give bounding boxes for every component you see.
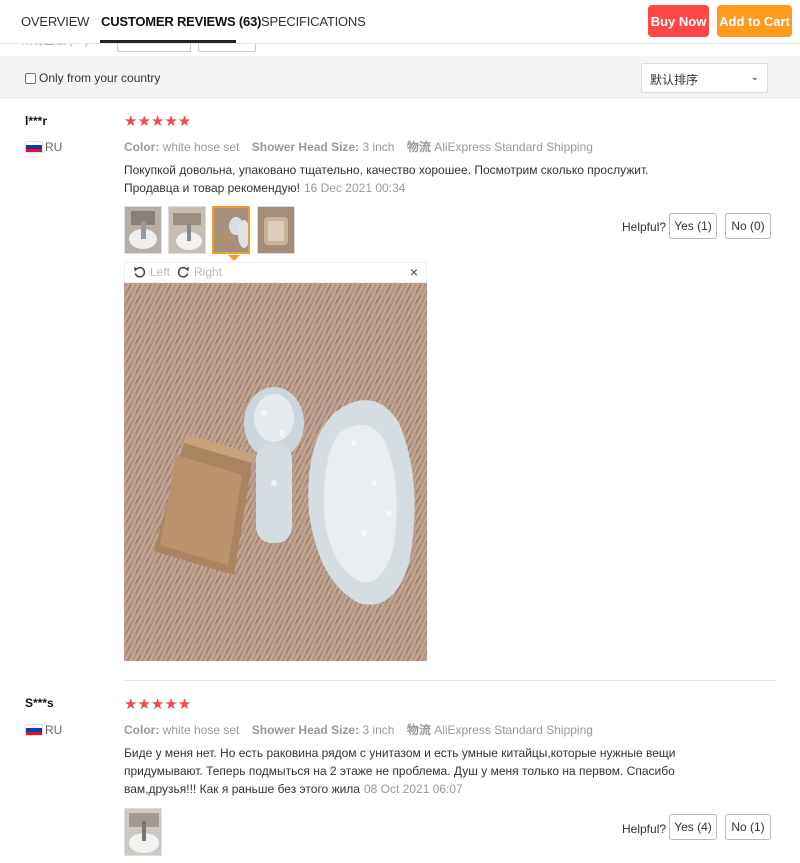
rotate-right-icon [177,266,190,278]
sort-value: 默认排序 [650,73,699,87]
color-label: Color: [124,140,160,154]
review-photo-thumbnail[interactable] [124,206,162,254]
helpful-no-button[interactable]: No (1) [725,814,771,840]
chevron-down-icon: ⌄ [750,72,759,83]
star-rating: ★★★★★ [124,696,192,713]
shipping-label: 物流 [406,723,431,737]
tab-customer-reviews[interactable]: CUSTOMER REVIEWS (63) [101,14,261,29]
color-value: white hose set [162,140,240,154]
size-label: Shower Head Size: [251,723,360,737]
add-to-cart-button[interactable]: Add to Cart [717,5,792,37]
only-country-checkbox[interactable] [25,73,36,84]
selected-thumbnail-caret [228,255,240,261]
review-divider [124,680,776,681]
russia-flag-icon [25,141,43,153]
helpful-label: Helpful? [622,220,667,234]
helpful-no-button[interactable]: No (0) [725,213,771,239]
review-date: 16 Dec 2021 00:34 [303,181,406,195]
color-label: Color: [124,723,160,737]
top-tab-bar: OVERVIEW CUSTOMER REVIEWS (63) SPECIFICA… [0,0,800,44]
review-photo-thumbnail[interactable] [124,808,162,856]
reviewer-country: RU [45,140,63,154]
review-attributes: Color: white hose set Shower Head Size: … [124,138,602,155]
size-label: Shower Head Size: [251,140,360,154]
active-tab-indicator [100,40,236,43]
shipping-label: 物流 [406,140,431,154]
review-photo-thumbnail[interactable] [257,206,295,254]
rotate-left-icon [133,266,146,278]
color-value: white hose set [162,723,240,737]
reviewer-name: l***r [25,114,48,128]
rotate-left-button[interactable]: Left [133,265,170,279]
sort-dropdown[interactable]: 默认排序 ⌄ [641,63,768,93]
review-photo-thumbnail[interactable] [168,206,206,254]
rotate-right-label: Right [194,265,223,279]
close-icon[interactable]: × [410,264,418,280]
helpful-label: Helpful? [622,822,667,836]
helpful-yes-button[interactable]: Yes (1) [669,213,717,239]
reviewer-name: S***s [25,696,54,710]
shipping-value: AliExpress Standard Shipping [434,723,593,737]
only-country-label[interactable]: Only from your country [39,71,160,85]
review-attributes: Color: white hose set Shower Head Size: … [124,721,602,738]
star-rating: ★★★★★ [124,113,192,130]
reviewer-country: RU [45,723,63,737]
review-photo-enlarged [124,283,427,661]
review-text: Покупкой довольна, упаковано тщательно, … [124,161,684,197]
tab-overview[interactable]: OVERVIEW [21,14,89,29]
shipping-value: AliExpress Standard Shipping [434,140,593,154]
buy-now-button[interactable]: Buy Now [648,5,709,37]
size-value: 3 inch [362,140,395,154]
review-date: 08 Oct 2021 06:07 [363,782,463,796]
tab-specifications[interactable]: SPECIFICATIONS [261,14,366,29]
size-value: 3 inch [362,723,395,737]
helpful-yes-button[interactable]: Yes (4) [669,814,717,840]
russia-flag-icon [25,724,43,736]
rotate-right-button[interactable]: Right [177,265,222,279]
photo-viewer-toolbar: Left Right × [124,262,427,283]
review-text: Биде у меня нет. Но есть раковина рядом … [124,744,684,798]
review-photo-thumbnail-selected[interactable] [212,206,250,254]
rotate-left-label: Left [150,265,171,279]
